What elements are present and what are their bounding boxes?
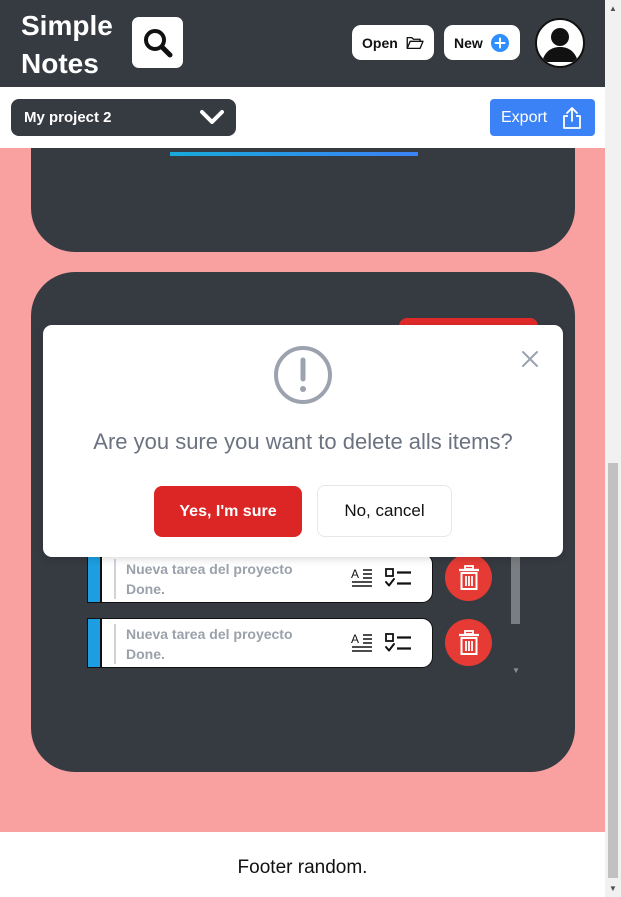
warning-icon bbox=[274, 346, 332, 404]
confirm-button[interactable]: Yes, I'm sure bbox=[154, 486, 302, 537]
project-column-card bbox=[31, 148, 575, 252]
scroll-up-arrow[interactable]: ▲ bbox=[609, 4, 617, 13]
task-title: Nueva tarea del proyecto Done. bbox=[114, 624, 314, 664]
modal-message: Are you sure you want to delete alls ite… bbox=[93, 429, 513, 454]
export-label: Export bbox=[501, 108, 548, 126]
progress-bar bbox=[170, 152, 418, 156]
task-title-line2: Done. bbox=[126, 581, 165, 597]
page-scrollbar[interactable]: ▲ ▼ bbox=[605, 0, 621, 897]
user-avatar-button[interactable] bbox=[535, 18, 585, 68]
project-select-value: My project 2 bbox=[24, 109, 112, 126]
task-title-line2: Done. bbox=[126, 646, 165, 662]
cancel-button[interactable]: No, cancel bbox=[317, 485, 452, 537]
trash-icon bbox=[458, 629, 479, 655]
scroll-down-arrow[interactable]: ▼ bbox=[609, 884, 617, 893]
task-color-stripe bbox=[88, 554, 102, 602]
svg-text:A: A bbox=[351, 632, 359, 646]
app-title-line2: Notes bbox=[21, 48, 99, 79]
new-button[interactable]: New bbox=[444, 25, 520, 60]
app-title-line1: Simple bbox=[21, 10, 113, 41]
new-label: New bbox=[454, 34, 483, 51]
app-title: Simple Notes bbox=[21, 7, 131, 83]
folder-open-icon bbox=[406, 36, 424, 49]
footer-text: Footer random. bbox=[237, 857, 368, 878]
confirm-delete-modal: Are you sure you want to delete alls ite… bbox=[43, 325, 563, 557]
task-title: Nueva tarea del proyecto Done. bbox=[114, 559, 314, 599]
task-item[interactable]: Nueva tarea del proyecto Done. A bbox=[87, 618, 433, 668]
checklist-icon[interactable] bbox=[384, 566, 412, 590]
open-button[interactable]: Open bbox=[352, 25, 434, 60]
description-icon[interactable]: A bbox=[350, 631, 374, 655]
share-icon bbox=[563, 106, 582, 129]
user-avatar-icon bbox=[542, 28, 578, 62]
checklist-icon[interactable] bbox=[384, 631, 412, 655]
project-toolbar: My project 2 Export bbox=[0, 87, 605, 148]
close-icon[interactable] bbox=[520, 349, 540, 369]
trash-icon bbox=[458, 564, 479, 590]
open-label: Open bbox=[362, 34, 398, 51]
footer: Footer random. bbox=[0, 832, 605, 897]
svg-text:A: A bbox=[351, 567, 359, 581]
task-color-stripe bbox=[88, 619, 102, 667]
task-title-line1: Nueva tarea del proyecto bbox=[126, 626, 293, 642]
delete-task-button[interactable] bbox=[445, 554, 492, 601]
export-button[interactable]: Export bbox=[490, 99, 595, 136]
scroll-down-arrow[interactable]: ▼ bbox=[512, 666, 520, 675]
search-icon bbox=[143, 28, 172, 57]
search-button[interactable] bbox=[132, 17, 183, 68]
task-list-scrollbar[interactable] bbox=[511, 556, 520, 624]
task-title-line1: Nueva tarea del proyecto bbox=[126, 561, 293, 577]
description-icon[interactable]: A bbox=[350, 566, 374, 590]
delete-task-button[interactable] bbox=[445, 619, 492, 666]
scrollbar-thumb[interactable] bbox=[608, 463, 618, 878]
project-select[interactable]: My project 2 bbox=[11, 99, 236, 136]
task-item[interactable]: Nueva tarea del proyecto Done. A bbox=[87, 553, 433, 603]
app-header: Simple Notes Open New bbox=[0, 0, 605, 87]
plus-circle-icon bbox=[490, 33, 509, 52]
chevron-down-icon bbox=[200, 110, 224, 124]
